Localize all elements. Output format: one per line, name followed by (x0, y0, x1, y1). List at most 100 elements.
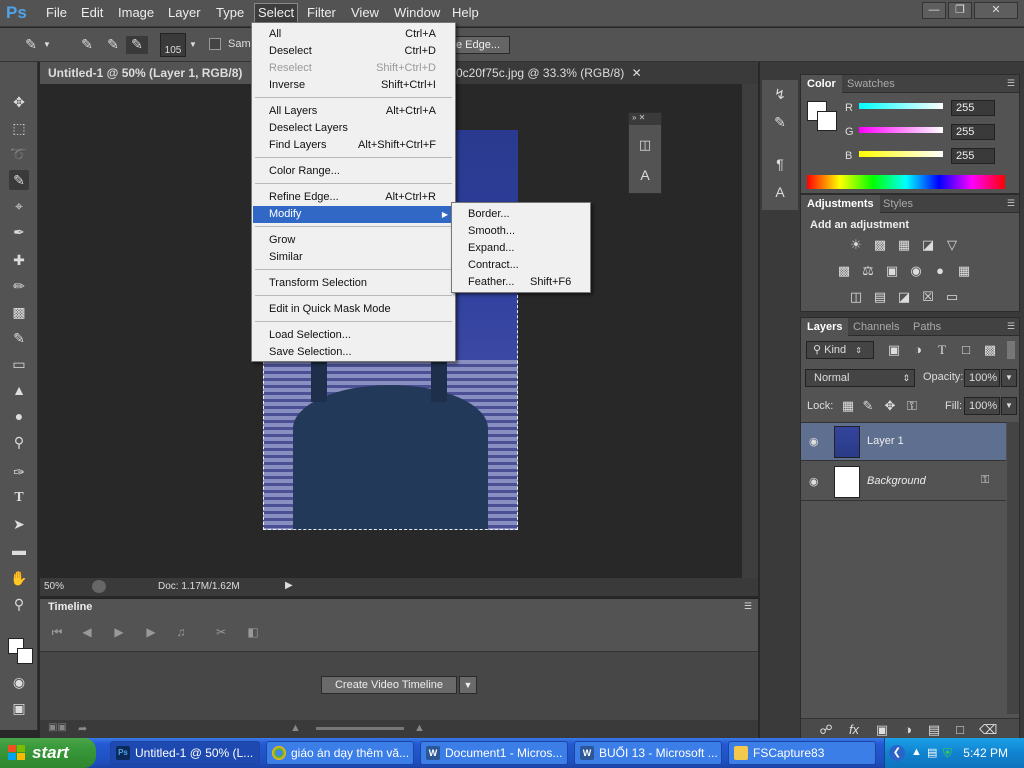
fill-field[interactable]: 100% (964, 397, 1000, 415)
menu-help[interactable]: Help (452, 5, 479, 20)
add-to-selection-icon[interactable]: ✎ (102, 36, 124, 54)
lock-image-pixels-icon[interactable]: ✎ (859, 398, 877, 414)
minimize-icon[interactable]: — (922, 2, 946, 19)
convert-icon[interactable]: ➦ (78, 722, 87, 735)
sample-all-layers-checkbox[interactable] (209, 38, 221, 50)
layer-row-background[interactable]: ◉ Background ⚿ (801, 463, 1006, 501)
layer-row-layer-1[interactable]: ◉ Layer 1 (801, 423, 1006, 461)
tab-channels[interactable]: Channels (847, 318, 905, 336)
move-tool-icon[interactable]: ✥ (9, 92, 29, 112)
chevron-down-icon[interactable]: ▼ (188, 40, 198, 58)
invert-icon[interactable]: ◫ (847, 289, 865, 305)
green-slider[interactable] (859, 127, 943, 133)
posterize-icon[interactable]: ▤ (871, 289, 889, 305)
tab-adjustments[interactable]: Adjustments (801, 195, 880, 213)
chevron-down-icon[interactable]: ▼ (1001, 397, 1017, 415)
eyedropper-tool-icon[interactable]: ✒ (9, 222, 29, 242)
filter-type-icon[interactable]: T (933, 342, 951, 358)
dodge-tool-icon[interactable]: ⚲ (9, 432, 29, 452)
menu-layer[interactable]: Layer (168, 5, 201, 20)
subtract-from-selection-icon[interactable]: ✎ (126, 36, 148, 54)
clone-stamp-tool-icon[interactable]: ▩ (9, 302, 29, 322)
color-balance-icon[interactable]: ⚖ (859, 263, 877, 279)
character-icon[interactable]: A (637, 167, 653, 183)
black-white-icon[interactable]: ▣ (883, 263, 901, 279)
exposure-icon[interactable]: ◪ (919, 237, 937, 253)
create-video-timeline-button[interactable]: Create Video Timeline (321, 676, 457, 694)
blend-mode-select[interactable]: Normal ⇕ (805, 369, 915, 387)
split-scissors-icon[interactable]: ✂ (212, 625, 230, 643)
healing-brush-tool-icon[interactable]: ✚ (9, 250, 29, 270)
paragraph-icon[interactable]: ¶ (771, 156, 789, 174)
taskbar-item-word-buoi13[interactable]: W BUỔI 13 - Microsoft ... (574, 741, 722, 765)
close-icon[interactable]: ✕ (974, 2, 1018, 19)
menu-item-save-selection[interactable]: Save Selection... (253, 344, 454, 361)
menu-edit[interactable]: Edit (81, 5, 103, 20)
blue-value-field[interactable]: 255 (951, 148, 995, 164)
tray-expand-icon[interactable]: ❮ (889, 745, 905, 761)
restore-icon[interactable]: ❐ (948, 2, 972, 19)
hand-tool-icon[interactable]: ✋ (9, 568, 29, 588)
menu-image[interactable]: Image (118, 5, 154, 20)
paint-bucket-tool-icon[interactable]: ▲ (9, 380, 29, 400)
status-menu-arrow-icon[interactable]: ▶ (285, 580, 293, 591)
new-adjustment-layer-icon[interactable]: ◑ (899, 722, 917, 738)
zoom-in-icon[interactable]: ▲ (414, 722, 425, 734)
tab-styles[interactable]: Styles (877, 195, 919, 213)
link-layers-icon[interactable]: ☍ (817, 722, 835, 738)
menu-window[interactable]: Window (394, 5, 440, 20)
transition-icon[interactable]: ◧ (244, 625, 262, 643)
taskbar-item-chrome[interactable]: giáo án dạy thêm vă... (266, 741, 414, 765)
menu-item-deselect-layers[interactable]: Deselect Layers (253, 120, 454, 137)
audio-icon[interactable]: ♫ (172, 625, 190, 643)
menu-select[interactable]: Select (254, 3, 299, 23)
lock-position-icon[interactable]: ✥ (881, 398, 899, 414)
marquee-tool-icon[interactable]: ⬚ (9, 118, 29, 138)
menu-item-color-range[interactable]: Color Range... (253, 163, 454, 180)
menu-item-feather[interactable]: Feather... Shift+F6 (453, 274, 589, 291)
menu-item-refine-edge[interactable]: Refine Edge... Alt+Ctrl+R (253, 189, 454, 206)
new-layer-icon[interactable]: □ (951, 722, 969, 738)
tab-layers[interactable]: Layers (801, 318, 849, 336)
menu-item-inverse[interactable]: Inverse Shift+Ctrl+I (253, 77, 454, 94)
history-brush-tool-icon[interactable]: ✎ (9, 328, 29, 348)
tab-untitled-1[interactable]: Untitled-1 @ 50% (Layer 1, RGB/8) (40, 62, 252, 84)
new-group-icon[interactable]: ▤ (925, 722, 943, 738)
character-styles-icon[interactable]: A (771, 184, 789, 202)
panel-menu-icon[interactable]: ☰ (1007, 78, 1015, 89)
floating-panel-header[interactable]: » ✕ (629, 113, 661, 125)
chevron-down-icon[interactable]: ▼ (42, 40, 52, 58)
type-tool-icon[interactable]: T (9, 488, 29, 508)
brush-size-picker[interactable]: 105 (160, 33, 186, 57)
next-frame-icon[interactable]: ▶ (142, 625, 160, 643)
timeline-title[interactable]: Timeline (48, 601, 92, 613)
color-lookup-icon[interactable]: ▦ (955, 263, 973, 279)
color-spectrum-bar[interactable] (807, 175, 1005, 189)
start-button[interactable]: start (0, 738, 96, 768)
network-icon[interactable]: ▤ (927, 746, 941, 760)
visibility-eye-icon[interactable]: ◉ (809, 435, 823, 448)
chevron-down-icon[interactable]: ▼ (1001, 369, 1017, 387)
hue-saturation-icon[interactable]: ▩ (835, 263, 853, 279)
opacity-field[interactable]: 100% (964, 369, 1000, 387)
menu-item-transform-selection[interactable]: Transform Selection (253, 275, 454, 292)
add-mask-icon[interactable]: ▣ (873, 722, 891, 738)
panel-menu-icon[interactable]: ☰ (1007, 198, 1015, 209)
levels-icon[interactable]: ▩ (871, 237, 889, 253)
tab-paths[interactable]: Paths (907, 318, 947, 336)
quick-selection-tool-icon[interactable]: ✎ (9, 170, 29, 190)
filter-shape-icon[interactable]: □ (957, 342, 975, 358)
layer-filter-kind-select[interactable]: ⚲ Kind ⇕ (806, 341, 874, 359)
path-selection-tool-icon[interactable]: ➤ (9, 514, 29, 534)
brightness-contrast-icon[interactable]: ☀ (847, 237, 865, 253)
menu-item-find-layers[interactable]: Find Layers Alt+Shift+Ctrl+F (253, 137, 454, 154)
panel-menu-icon[interactable]: ☰ (1007, 321, 1015, 332)
crop-tool-icon[interactable]: ⌖ (9, 196, 29, 216)
quick-selection-preset-icon[interactable]: ✎ (20, 36, 42, 54)
trash-icon[interactable]: ⌫ (979, 722, 997, 738)
3d-icon[interactable]: ◫ (637, 137, 653, 153)
quick-mask-icon[interactable]: ◉ (9, 672, 29, 692)
menu-view[interactable]: View (351, 5, 379, 20)
status-info-icon[interactable] (92, 580, 106, 593)
menu-filter[interactable]: Filter (307, 5, 336, 20)
